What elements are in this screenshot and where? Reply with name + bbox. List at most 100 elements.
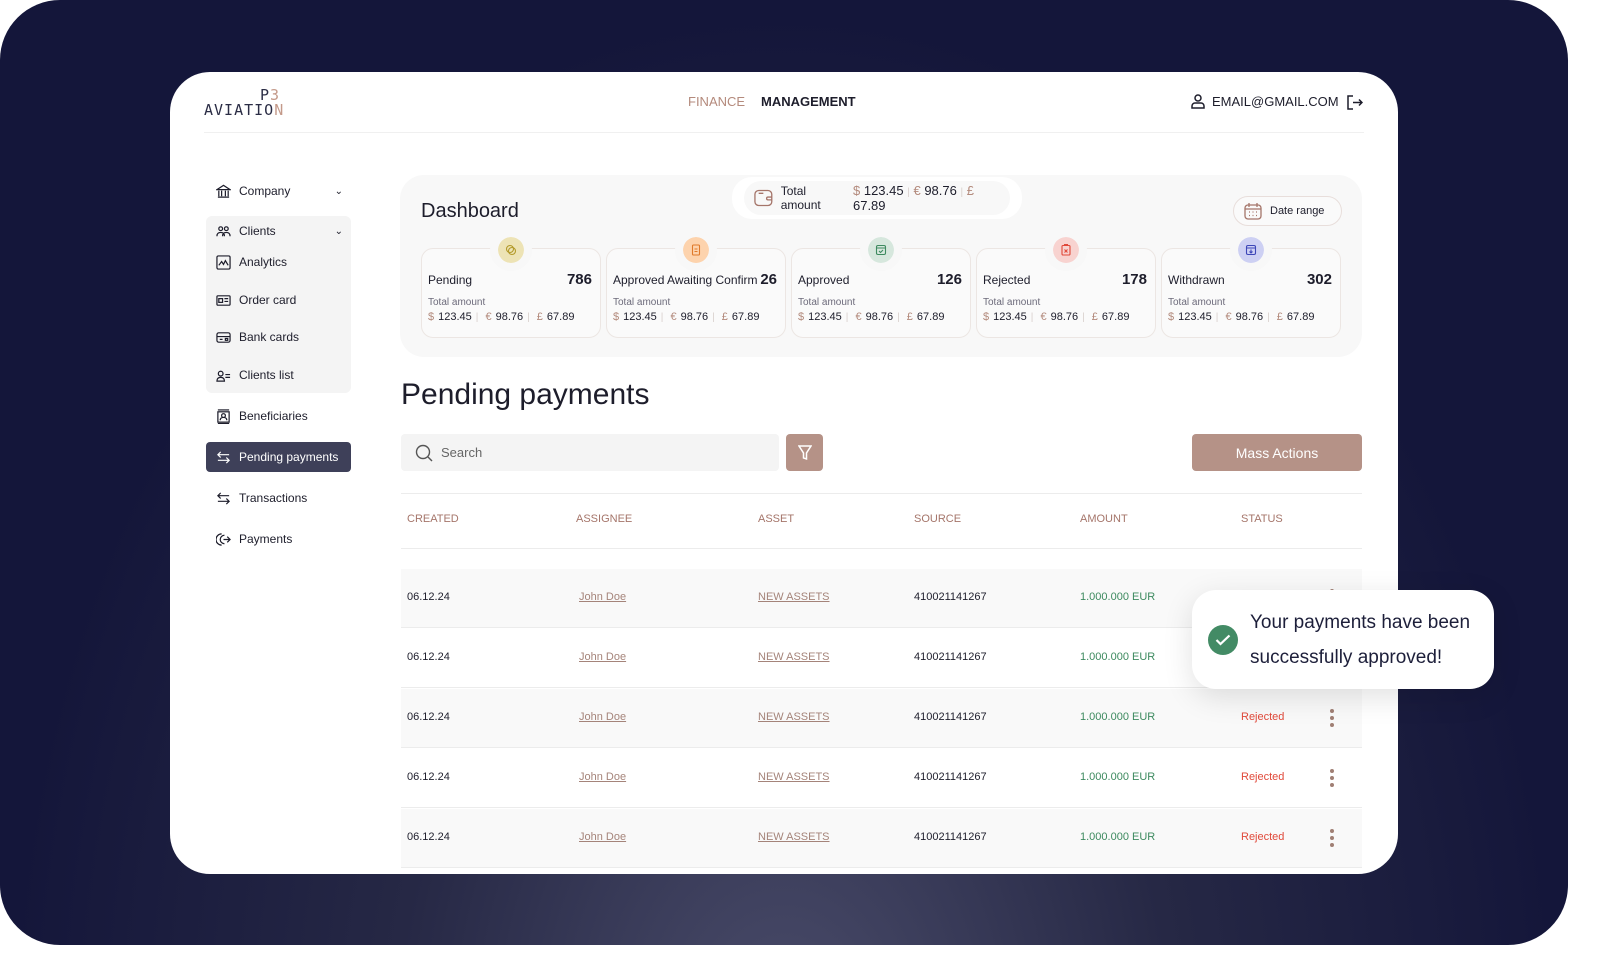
card-label: Pending — [428, 273, 473, 287]
sidebar-item-label: Analytics — [239, 255, 288, 269]
bank-icon — [216, 184, 231, 198]
status-card-pending[interactable]: Pending 786 Total amount $123.45 | €98.76… — [421, 229, 601, 338]
check-circle-icon — [1208, 624, 1238, 655]
credit-card-icon — [216, 331, 231, 343]
card-eur: 98.76 — [1235, 311, 1264, 323]
more-options-icon[interactable] — [1330, 829, 1334, 850]
assignee-link[interactable]: John Doe — [579, 591, 626, 603]
logo: P3 AVIATION — [204, 86, 285, 119]
more-options-icon[interactable] — [1330, 709, 1334, 730]
asset-link[interactable]: NEW ASSETS — [758, 831, 830, 843]
status-card-withdrawn[interactable]: Withdrawn 302 Total amount $123.45 | €98.… — [1161, 229, 1341, 338]
sidebar-item-payments[interactable]: Payments — [206, 524, 351, 554]
asset-link[interactable]: NEW ASSETS — [758, 711, 830, 723]
asset-link[interactable]: NEW ASSETS — [758, 651, 830, 663]
card-amounts: $123.45 | €98.76 | £67.89 — [428, 311, 575, 323]
status-card-approved[interactable]: Approved 126 Total amount $123.45 | €98.7… — [791, 229, 971, 338]
status-badge: Rejected — [1241, 771, 1285, 783]
sidebar-item-order-card[interactable]: Order card — [206, 285, 351, 315]
column-header-amount[interactable]: AMOUNT — [1080, 513, 1128, 525]
beneficiary-icon — [217, 408, 230, 424]
table-row[interactable]: 06.12.24 John Doe NEW ASSETS 41002114126… — [401, 749, 1362, 808]
card-label: Approved — [798, 273, 850, 287]
assignee-link[interactable]: John Doe — [579, 831, 626, 843]
sidebar-item-pending-payments[interactable]: Pending payments — [206, 442, 351, 472]
eur-symbol: € — [485, 311, 492, 323]
sidebar-item-clients[interactable]: Clients ⌄ — [206, 216, 351, 246]
assignee-link[interactable]: John Doe — [579, 651, 626, 663]
total-usd: 123.45 — [863, 183, 904, 198]
card-amounts: $123.45 | €98.76 | £67.89 — [983, 311, 1130, 323]
sidebar-item-company[interactable]: Company ⌄ — [206, 176, 351, 206]
card-amounts: $123.45 | €98.76 | £67.89 — [1168, 311, 1315, 323]
card-count: 302 — [1306, 271, 1332, 288]
usd-symbol: $ — [798, 311, 805, 323]
sidebar-item-clients-list[interactable]: Clients list — [206, 360, 351, 390]
assignee-link[interactable]: John Doe — [579, 711, 626, 723]
eur-symbol: € — [1225, 311, 1232, 323]
card-label: Approved Awaiting Confirm — [613, 273, 758, 287]
column-header-status[interactable]: STATUS — [1241, 513, 1283, 525]
chevron-down-icon: ⌄ — [334, 185, 343, 197]
status-card-approved-awaiting-confirm[interactable]: Approved Awaiting Confirm 26 Total amoun… — [606, 229, 786, 338]
nav-finance[interactable]: FINANCE — [688, 94, 745, 109]
card-total-label: Total amount — [1168, 297, 1226, 308]
calendar-icon — [1244, 203, 1262, 220]
sidebar-item-label: Bank cards — [239, 330, 300, 344]
eur-symbol: € — [913, 183, 921, 198]
amount-cell: 1.000.000 EUR — [1080, 771, 1156, 783]
chevron-down-icon: ⌄ — [334, 225, 343, 237]
table-row[interactable]: 06.12.24 John Doe NEW ASSETS 41002114126… — [401, 689, 1362, 748]
mass-actions-button[interactable]: Mass Actions — [1192, 434, 1362, 471]
arrows-swap-icon — [217, 491, 230, 505]
sidebar-item-label: Payments — [239, 532, 293, 546]
sidebar-item-beneficiaries[interactable]: Beneficiaries — [206, 401, 351, 431]
source-cell: 410021141267 — [914, 771, 987, 783]
header-divider — [204, 132, 1364, 133]
card-usd: 123.45 — [808, 311, 842, 323]
card-label: Withdrawn — [1168, 273, 1225, 287]
usd-symbol: $ — [613, 311, 620, 323]
column-header-assignee[interactable]: ASSIGNEE — [576, 513, 632, 525]
sidebar-item-label: Order card — [239, 293, 297, 307]
asset-link[interactable]: NEW ASSETS — [758, 771, 830, 783]
card-total-label: Total amount — [428, 297, 486, 308]
payments-icon — [216, 532, 231, 546]
table-row[interactable]: 06.12.24 John Doe NEW ASSETS 41002114126… — [401, 809, 1362, 868]
user-icon — [1191, 94, 1205, 109]
logout-icon[interactable] — [1347, 95, 1363, 110]
card-count: 178 — [1121, 271, 1147, 288]
approved-awaiting-confirm-status-icon — [675, 229, 717, 271]
eur-symbol: € — [1040, 311, 1047, 323]
source-cell: 410021141267 — [914, 591, 987, 603]
source-cell: 410021141267 — [914, 651, 987, 663]
user-account[interactable]: EMAIL@GMAIL.COM — [1190, 93, 1339, 109]
status-card-rejected[interactable]: Rejected 178 Total amount $123.45 | €98.7… — [976, 229, 1156, 338]
created-cell: 06.12.24 — [407, 591, 450, 603]
filter-button[interactable] — [786, 434, 823, 471]
date-range-label: Date range — [1270, 205, 1325, 217]
nav-management[interactable]: MANAGEMENT — [761, 94, 856, 109]
card-label: Rejected — [983, 273, 1031, 287]
sidebar-item-transactions[interactable]: Transactions — [206, 483, 351, 513]
sidebar-item-bank-cards[interactable]: Bank cards — [206, 322, 351, 352]
asset-link[interactable]: NEW ASSETS — [758, 591, 830, 603]
column-header-source[interactable]: SOURCE — [914, 513, 961, 525]
card-usd: 123.45 — [993, 311, 1027, 323]
column-header-created[interactable]: CREATED — [407, 513, 459, 525]
id-card-icon — [216, 294, 231, 306]
search-input[interactable]: Search — [401, 434, 779, 471]
date-range-button[interactable]: Date range — [1233, 196, 1342, 226]
gbp-symbol: £ — [1091, 311, 1098, 323]
amount-cell: 1.000.000 EUR — [1080, 651, 1156, 663]
source-cell: 410021141267 — [914, 711, 987, 723]
assignee-link[interactable]: John Doe — [579, 771, 626, 783]
sidebar-item-analytics[interactable]: Analytics — [206, 247, 351, 277]
column-header-asset[interactable]: ASSET — [758, 513, 794, 525]
more-options-icon[interactable] — [1330, 769, 1334, 790]
amount-cell: 1.000.000 EUR — [1080, 831, 1156, 843]
filter-icon — [797, 444, 812, 460]
table-top-divider — [401, 493, 1362, 494]
gbp-symbol: £ — [721, 311, 728, 323]
app-window: P3 AVIATION FINANCE MANAGEMENT EMAIL@GMA… — [170, 72, 1398, 874]
